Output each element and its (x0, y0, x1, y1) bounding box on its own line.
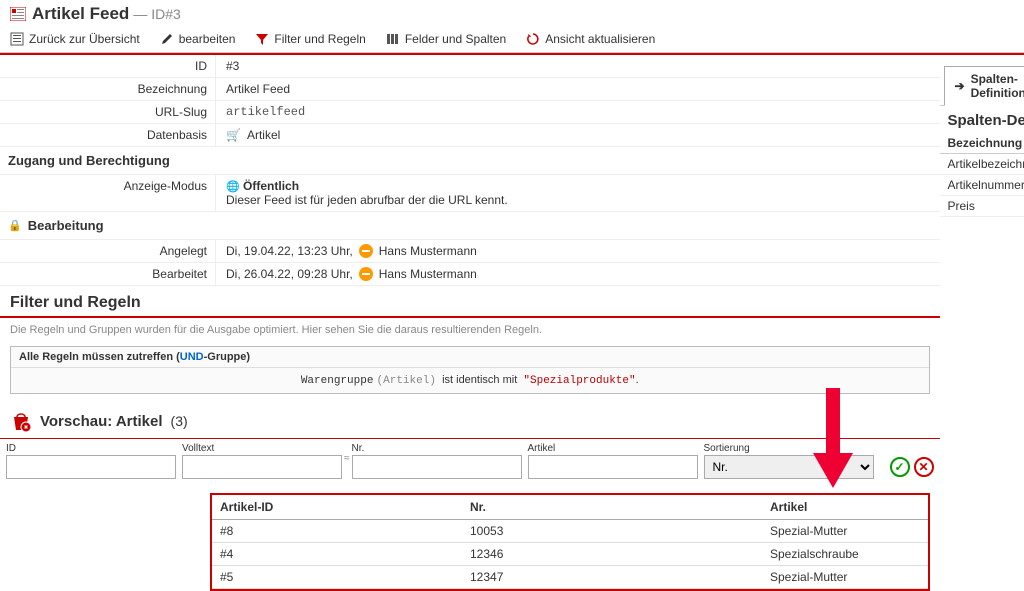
toolbar-refresh[interactable]: Ansicht aktualisieren (526, 32, 655, 46)
toolbar: Zurück zur Übersicht bearbeiten Filter u… (0, 26, 1024, 53)
pencil-icon (160, 32, 174, 46)
globe-icon: 🌐 (226, 181, 240, 193)
annotation-arrow (808, 388, 858, 501)
filter-bar: ID Volltext ≈ Nr. Artikel SortierungNr. … (0, 439, 940, 483)
table-row[interactable]: #810053Spezial-Mutter (212, 520, 928, 543)
preview-header: Vorschau: Artikel (3) (0, 404, 940, 439)
filter-nr-input[interactable] (352, 455, 522, 479)
label-slug: URL-Slug (0, 101, 216, 123)
bag-icon (10, 410, 32, 432)
col-artikel-id[interactable]: Artikel-ID (212, 495, 462, 520)
list-icon (10, 32, 24, 46)
value-name: Artikel Feed (216, 78, 940, 100)
user-dot-icon (359, 267, 373, 281)
label-modified: Bearbeitet (0, 263, 216, 285)
filter-fulltext-input[interactable] (182, 455, 342, 479)
preview-table-highlight: Artikel-ID Nr. Artikel #810053Spezial-Mu… (210, 493, 930, 591)
table-row[interactable]: #412346Spezialschraube (212, 543, 928, 566)
side-tabs: ➔Spalten-Definition ➔Daten-Formate (940, 59, 1024, 106)
columns-def-table: Bezeichnung XML ArtikelbezeichnungArtike… (940, 133, 1024, 217)
filter-icon (255, 32, 269, 46)
label-mode: Anzeige-Modus (0, 175, 216, 211)
side-panel-title: Spalten-Definition (940, 106, 1024, 133)
filter-id-input[interactable] (6, 455, 176, 479)
value-slug: artikelfeed (216, 101, 940, 123)
tab-spalten-definition[interactable]: ➔Spalten-Definition (944, 66, 1024, 106)
filter-artikel-input[interactable] (528, 455, 698, 479)
value-modified: Di, 26.04.22, 09:28 Uhr,Hans Mustermann (216, 263, 940, 285)
page-title: Artikel Feed (32, 4, 129, 24)
refresh-icon (526, 32, 540, 46)
cart-icon: 🛒 (226, 128, 241, 142)
table-row[interactable]: #512347Spezial-Mutter (212, 566, 928, 589)
page-title-suffix: — ID#3 (133, 6, 180, 22)
table-row[interactable]: ArtikelbezeichnungArtikelbezeich (940, 154, 1024, 175)
rules-group-header: Alle Regeln müssen zutreffen (UND-Gruppe… (11, 347, 929, 368)
value-id: #3 (216, 55, 940, 77)
apply-filter-button[interactable]: ✓ (890, 457, 910, 477)
preview-title: Vorschau: Artikel (40, 413, 163, 430)
page-header: Artikel Feed — ID#3 (0, 0, 1024, 26)
label-id: ID (0, 55, 216, 77)
label-created: Angelegt (0, 240, 216, 262)
rules-box: Alle Regeln müssen zutreffen (UND-Gruppe… (10, 346, 930, 394)
section-access: Zugang und Berechtigung (0, 147, 940, 175)
user-dot-icon (359, 244, 373, 258)
section-editing: 🔒 Bearbeitung (0, 212, 940, 240)
toolbar-back[interactable]: Zurück zur Übersicht (10, 32, 140, 46)
tilde-icon: ≈ (344, 453, 350, 464)
value-base: 🛒Artikel (216, 124, 940, 146)
arrow-right-icon: ➔ (955, 79, 965, 93)
clear-filter-button[interactable]: ✕ (914, 457, 934, 477)
lock-icon: 🔒 (8, 219, 22, 232)
table-row[interactable]: PreisPreis (940, 196, 1024, 217)
columns-icon (386, 32, 400, 46)
rule-row: Warengruppe (Artikel) ist identisch mit … (11, 368, 929, 393)
section-rules: Filter und Regeln (0, 286, 940, 318)
toolbar-fields[interactable]: Felder und Spalten (386, 32, 506, 46)
col-bezeichnung: Bezeichnung (940, 133, 1024, 154)
toolbar-filter[interactable]: Filter und Regeln (255, 32, 365, 46)
toolbar-edit[interactable]: bearbeiten (160, 32, 236, 46)
value-created: Di, 19.04.22, 13:23 Uhr,Hans Mustermann (216, 240, 940, 262)
label-name: Bezeichnung (0, 78, 216, 100)
value-mode: 🌐 Öffentlich Dieser Feed ist für jeden a… (216, 175, 940, 211)
col-nr[interactable]: Nr. (462, 495, 762, 520)
rules-hint: Die Regeln und Gruppen wurden für die Au… (0, 318, 940, 342)
label-base: Datenbasis (0, 124, 216, 146)
feed-icon (10, 7, 26, 21)
preview-table: Artikel-ID Nr. Artikel #810053Spezial-Mu… (212, 495, 928, 589)
table-row[interactable]: ArtikelnummerArtikelnummer (940, 175, 1024, 196)
preview-count: (3) (171, 413, 188, 429)
